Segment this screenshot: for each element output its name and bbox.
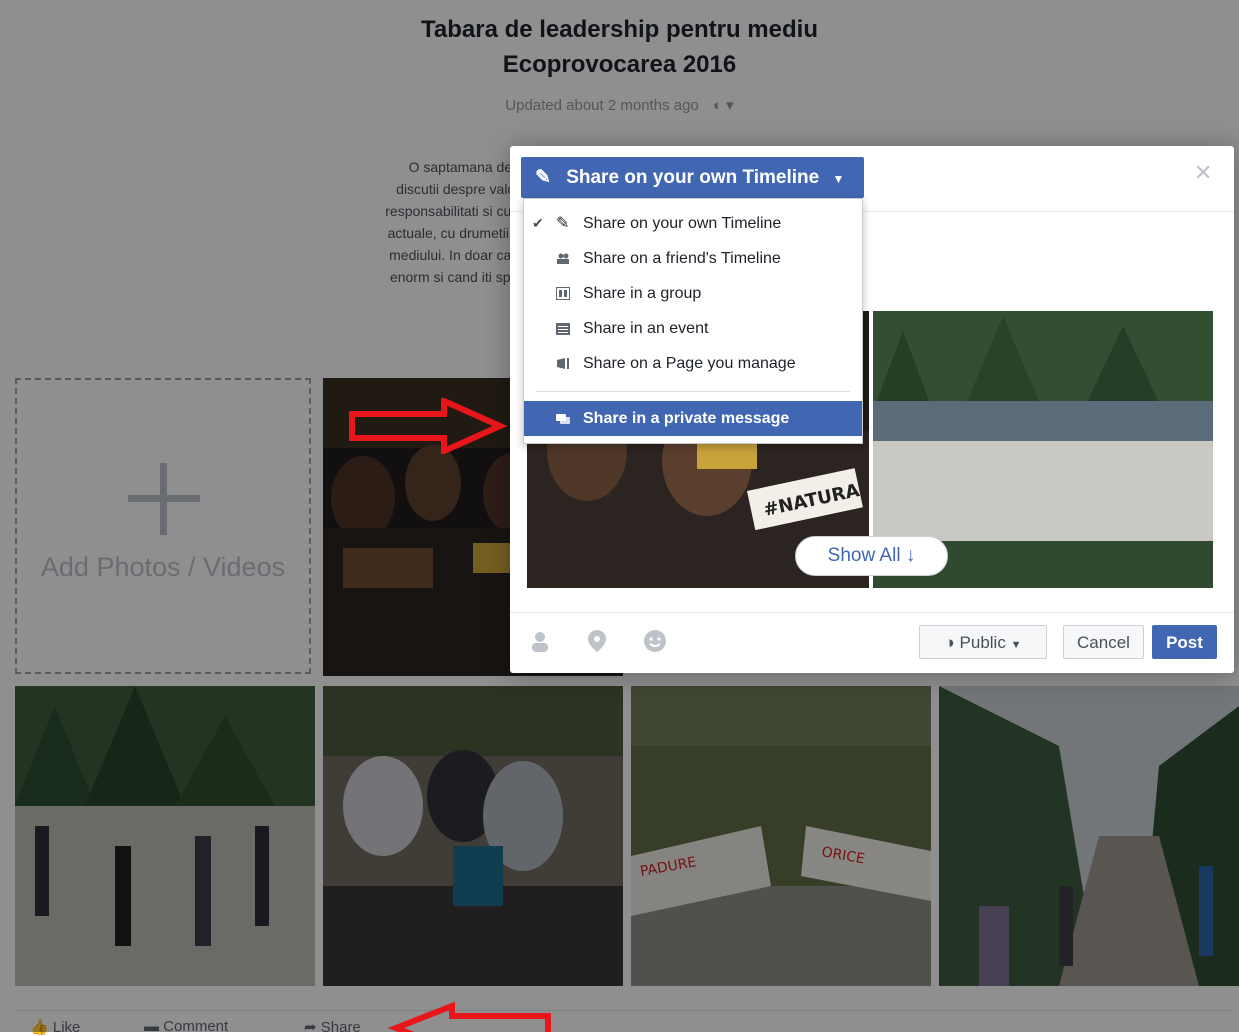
menu-item-friend-timeline[interactable]: Share on a friend's Timeline [524, 241, 862, 276]
chevron-down-icon: ▼ [832, 172, 845, 186]
menu-item-private-message[interactable]: Share in a private message [524, 401, 862, 436]
page-icon [557, 358, 569, 369]
event-icon [556, 323, 570, 335]
feeling-icon[interactable] [642, 628, 668, 654]
annotation-arrow-left [388, 1001, 551, 1032]
tag-friends-icon[interactable] [527, 628, 553, 654]
menu-item-own-timeline[interactable]: ✔ ✎ Share on your own Timeline [524, 206, 862, 241]
share-destination-selector[interactable]: ✎ Share on your own Timeline ▼ [521, 157, 864, 198]
cancel-button[interactable]: Cancel [1063, 625, 1144, 659]
menu-item-event[interactable]: Share in an event [524, 311, 862, 346]
edit-icon: ✎ [535, 167, 551, 188]
friends-icon [557, 253, 569, 264]
share-destination-menu: ✔ ✎ Share on your own Timeline Share on … [523, 198, 863, 444]
show-all-button[interactable]: Show All ↓ [795, 536, 948, 576]
menu-item-page[interactable]: Share on a Page you manage [524, 346, 862, 381]
menu-item-group[interactable]: Share in a group [524, 276, 862, 311]
checkmark-icon: ✔ [532, 215, 544, 231]
group-icon [556, 287, 570, 300]
chevron-down-icon: ▼ [1010, 639, 1022, 651]
privacy-selector[interactable]: ◑ Public ▼ [919, 625, 1047, 659]
annotation-arrow-right [349, 398, 508, 454]
post-button[interactable]: Post [1152, 625, 1217, 659]
menu-divider [536, 391, 850, 392]
edit-icon: ✎ [556, 215, 570, 232]
location-icon[interactable] [584, 628, 610, 654]
message-icon [556, 414, 570, 424]
globe-icon: ◑ [944, 633, 955, 652]
close-icon[interactable]: ✕ [1194, 160, 1212, 186]
